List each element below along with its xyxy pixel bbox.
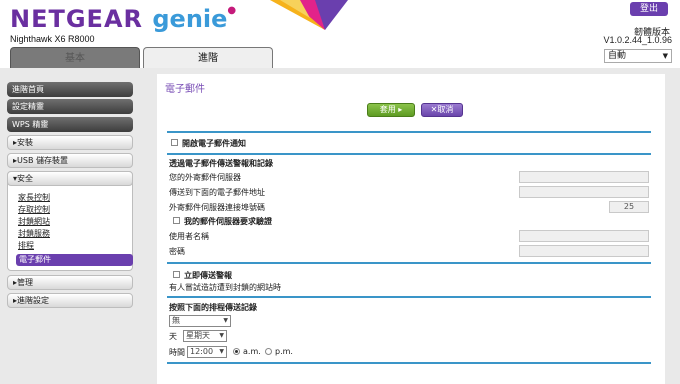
- enable-notify-checkbox[interactable]: [171, 139, 178, 146]
- day-value: 星期天: [186, 331, 210, 340]
- cancel-button[interactable]: ✕取消: [421, 103, 463, 117]
- divider: [167, 131, 651, 133]
- brand-name: NETGEAR: [10, 5, 143, 33]
- send-alert-checkbox[interactable]: [173, 271, 180, 278]
- time-label: 時間: [169, 348, 185, 357]
- auth-required-label: 我的郵件伺服器要求驗證: [184, 217, 272, 226]
- sidebar-item-advanced-setup[interactable]: ▸進階設定: [7, 293, 133, 308]
- sidebar-item-access-control[interactable]: 存取控制: [18, 204, 50, 215]
- schedule-heading: 按照下面的排程傳送記錄: [169, 303, 257, 312]
- tab-advanced[interactable]: 進階: [143, 47, 273, 68]
- username-label: 使用者名稱: [169, 232, 209, 241]
- sidebar-item-block-services[interactable]: 封鎖服務: [18, 228, 50, 239]
- divider: [167, 262, 651, 264]
- product-name: genie: [152, 5, 228, 33]
- am-label: a.m.: [243, 347, 261, 356]
- day-label: 天: [169, 332, 177, 341]
- schedule-value: 無: [172, 316, 180, 325]
- sidebar-item-email[interactable]: 電子郵件: [16, 254, 133, 266]
- sidebar-item-advanced-home[interactable]: 進階首頁: [7, 82, 133, 97]
- sidebar-item-schedule[interactable]: 排程: [18, 240, 34, 251]
- chevron-down-icon: ▼: [662, 52, 668, 60]
- divider: [167, 153, 651, 155]
- pm-label: p.m.: [275, 347, 293, 356]
- divider: [167, 362, 651, 364]
- divider: [167, 296, 651, 298]
- smtp-server-label: 您的外寄郵件伺服器: [169, 173, 241, 182]
- am-radio[interactable]: [233, 348, 240, 355]
- apply-button[interactable]: 套用 ▸: [367, 103, 415, 117]
- time-select[interactable]: 12:00 ▼: [187, 346, 227, 358]
- chevron-down-icon: ▼: [223, 317, 228, 324]
- schedule-select[interactable]: 無 ▼: [169, 315, 231, 327]
- sidebar-item-admin[interactable]: ▸管理: [7, 275, 133, 290]
- logout-button[interactable]: 登出: [630, 2, 668, 16]
- firmware-version: V1.0.2.44_1.0.96: [603, 35, 672, 45]
- sidebar-item-security[interactable]: ▾安全: [7, 171, 133, 186]
- enable-notify-label: 開啟電子郵件通知: [182, 139, 246, 148]
- password-label: 密碼: [169, 247, 185, 256]
- model-name: Nighthawk X6 R8000: [10, 34, 95, 44]
- banner-graphic: [270, 0, 348, 30]
- smtp-port-label: 外寄郵件伺服器連接埠號碼: [169, 203, 265, 212]
- language-value: 自動: [608, 51, 627, 61]
- send-to-input[interactable]: [519, 186, 649, 198]
- chevron-down-icon: ▼: [219, 332, 224, 339]
- pm-radio[interactable]: [265, 348, 272, 355]
- tab-basic[interactable]: 基本: [10, 47, 140, 68]
- send-to-label: 傳送到下面的電子郵件地址: [169, 188, 265, 197]
- auth-required-checkbox[interactable]: [173, 217, 180, 224]
- page-title: 電子郵件: [165, 84, 205, 95]
- netgear-genie-logo: NETGEAR genie●: [10, 5, 237, 33]
- main-panel: 電子郵件 套用 ▸ ✕取消 開啟電子郵件通知 透過電子郵件傳送警報和記錄 您的外…: [157, 74, 665, 384]
- smtp-server-input[interactable]: [519, 171, 649, 183]
- day-select[interactable]: 星期天 ▼: [183, 330, 227, 342]
- send-alert-label: 立即傳送警報: [184, 271, 232, 280]
- alert-description: 有人嘗試造訪遭到封鎖的網站時: [169, 283, 281, 292]
- sidebar-item-usb-storage[interactable]: ▸USB 儲存裝置: [7, 153, 133, 168]
- chevron-down-icon: ▼: [219, 348, 224, 355]
- header: NETGEAR genie● Nighthawk X6 R8000 登出 韌體版…: [0, 0, 680, 68]
- send-logs-heading: 透過電子郵件傳送警報和記錄: [169, 159, 273, 168]
- time-value: 12:00: [190, 347, 214, 356]
- smtp-port-input[interactable]: 25: [609, 201, 649, 213]
- password-input[interactable]: [519, 245, 649, 257]
- language-select[interactable]: 自動 ▼: [604, 49, 672, 63]
- sidebar-item-setup-wizard[interactable]: 設定精靈: [7, 99, 133, 114]
- sidebar-item-wps-wizard[interactable]: WPS 精靈: [7, 117, 133, 132]
- logo-dot-icon: ●: [227, 5, 238, 16]
- sidebar-item-parental-control[interactable]: 家長控制: [18, 192, 50, 203]
- username-input[interactable]: [519, 230, 649, 242]
- sidebar-item-setup[interactable]: ▸安裝: [7, 135, 133, 150]
- sidebar-item-block-sites[interactable]: 封鎖網站: [18, 216, 50, 227]
